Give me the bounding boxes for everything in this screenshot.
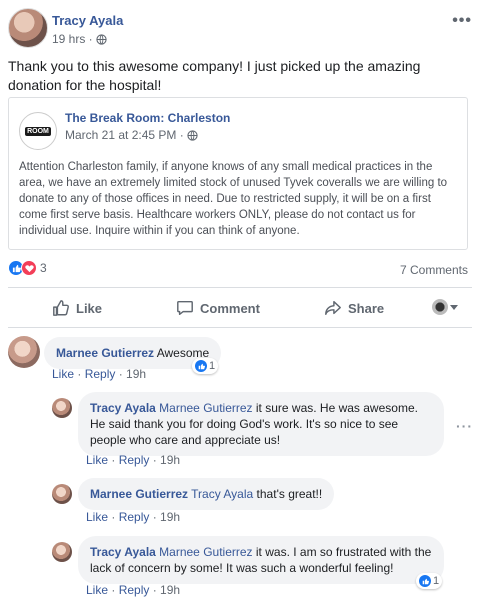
- share-icon: [325, 300, 341, 316]
- like-label: Like: [76, 300, 103, 316]
- comment-time[interactable]: 19h: [160, 510, 180, 524]
- reply: Tracy Ayala Marnee Gutierrez it was. I a…: [52, 536, 472, 600]
- comment-button[interactable]: Comment: [176, 299, 260, 317]
- author-avatar[interactable]: [8, 8, 48, 48]
- comment-more-icon[interactable]: ···: [456, 418, 473, 434]
- comment-like-link[interactable]: Like: [86, 583, 108, 597]
- comment-time[interactable]: 19h: [160, 583, 180, 597]
- share-label: Share: [348, 300, 385, 316]
- divider: [8, 327, 472, 328]
- heart-icon: [21, 260, 37, 276]
- comment-actions: Like · Reply · 19h: [86, 583, 181, 597]
- commenter-avatar[interactable]: [52, 484, 72, 504]
- shared-meta: March 21 at 2:45 PM ·: [65, 128, 198, 142]
- reactions-count: 3: [40, 261, 47, 275]
- comment-like-link[interactable]: Like: [52, 367, 74, 381]
- comment-time[interactable]: 19h: [160, 453, 180, 467]
- comment-text: that's great!!: [256, 487, 323, 501]
- post-time[interactable]: 19 hrs ·: [52, 32, 93, 46]
- mention-tag[interactable]: Tracy Ayala: [191, 487, 253, 501]
- comment-reply-link[interactable]: Reply: [119, 583, 150, 597]
- globe-icon: [96, 33, 107, 45]
- divider: [8, 287, 472, 288]
- comment-reply-link[interactable]: Reply: [119, 453, 150, 467]
- page-avatar[interactable]: ROOM: [19, 112, 57, 150]
- commenter-name[interactable]: Marnee Gutierrez: [90, 487, 188, 501]
- shared-post-card[interactable]: ROOM The Break Room: Charleston March 21…: [8, 97, 468, 250]
- comment: Marnee Gutierrez Awesome 1 Like · Reply …: [8, 336, 472, 386]
- comment-reply-link[interactable]: Reply: [85, 367, 116, 381]
- comment-bubble: Marnee Gutierrez Tracy Ayala that's grea…: [78, 478, 335, 510]
- commenter-avatar[interactable]: [52, 542, 72, 562]
- thumbs-up-icon: [195, 360, 207, 372]
- globe-icon: [187, 129, 198, 141]
- commenter-name[interactable]: Tracy Ayala: [90, 545, 156, 559]
- comment-like-count: 1: [433, 575, 440, 587]
- mention-tag[interactable]: Marnee Gutierrez: [159, 401, 252, 415]
- reply: Tracy Ayala Marnee Gutierrez it sure was…: [52, 392, 472, 470]
- comment-actions: Like · Reply · 19h: [86, 453, 181, 467]
- comment-reply-link[interactable]: Reply: [119, 510, 150, 524]
- comment-label: Comment: [200, 300, 260, 316]
- comments-count[interactable]: 7 Comments: [400, 263, 468, 277]
- thumbs-up-icon: [53, 300, 69, 316]
- author-name[interactable]: Tracy Ayala: [52, 13, 123, 28]
- comment-like-link[interactable]: Like: [86, 453, 108, 467]
- commenter-avatar[interactable]: [52, 398, 72, 418]
- mention-tag[interactable]: Marnee Gutierrez: [159, 545, 252, 559]
- post-text: Thank you to this awesome company! I jus…: [8, 58, 421, 93]
- comment-bubble: Tracy Ayala Marnee Gutierrez it was. I a…: [78, 536, 444, 584]
- commenter-avatar[interactable]: [8, 336, 40, 368]
- post-header: Tracy Ayala 19 hrs · •••: [8, 8, 472, 50]
- shared-page-name[interactable]: The Break Room: Charleston: [65, 111, 230, 125]
- post-stats: 3 7 Comments: [8, 260, 468, 280]
- page-logo: ROOM: [25, 126, 51, 136]
- comment-like-count: 1: [209, 360, 216, 372]
- comment-time[interactable]: 19h: [126, 367, 146, 381]
- reactions-summary[interactable]: 3: [8, 260, 47, 276]
- commenter-name[interactable]: Tracy Ayala: [90, 401, 156, 415]
- chevron-down-icon: [450, 304, 458, 310]
- comment-actions: Like · Reply · 19h: [52, 367, 147, 381]
- more-options-icon[interactable]: •••: [452, 12, 472, 30]
- comment-reactions[interactable]: 1: [416, 573, 443, 589]
- share-button[interactable]: Share: [324, 299, 384, 317]
- thumbs-up-icon: [419, 575, 431, 587]
- comment-actions: Like · Reply · 19h: [86, 510, 181, 524]
- viewer-avatar: [432, 299, 448, 315]
- commenter-name[interactable]: Marnee Gutierrez: [56, 346, 154, 360]
- shared-text: Attention Charleston family, if anyone k…: [19, 161, 448, 237]
- comment-icon: [177, 300, 193, 316]
- share-as-selector[interactable]: [432, 299, 458, 315]
- post-meta: 19 hrs ·: [52, 32, 107, 46]
- reply: Marnee Gutierrez Tracy Ayala that's grea…: [52, 478, 472, 526]
- comment-like-link[interactable]: Like: [86, 510, 108, 524]
- post-actions: Like Comment Share: [8, 294, 472, 324]
- like-button[interactable]: Like: [52, 299, 102, 317]
- shared-time[interactable]: March 21 at 2:45 PM ·: [65, 128, 184, 142]
- comment-reactions[interactable]: 1: [192, 358, 219, 374]
- comment-bubble: Tracy Ayala Marnee Gutierrez it sure was…: [78, 392, 444, 456]
